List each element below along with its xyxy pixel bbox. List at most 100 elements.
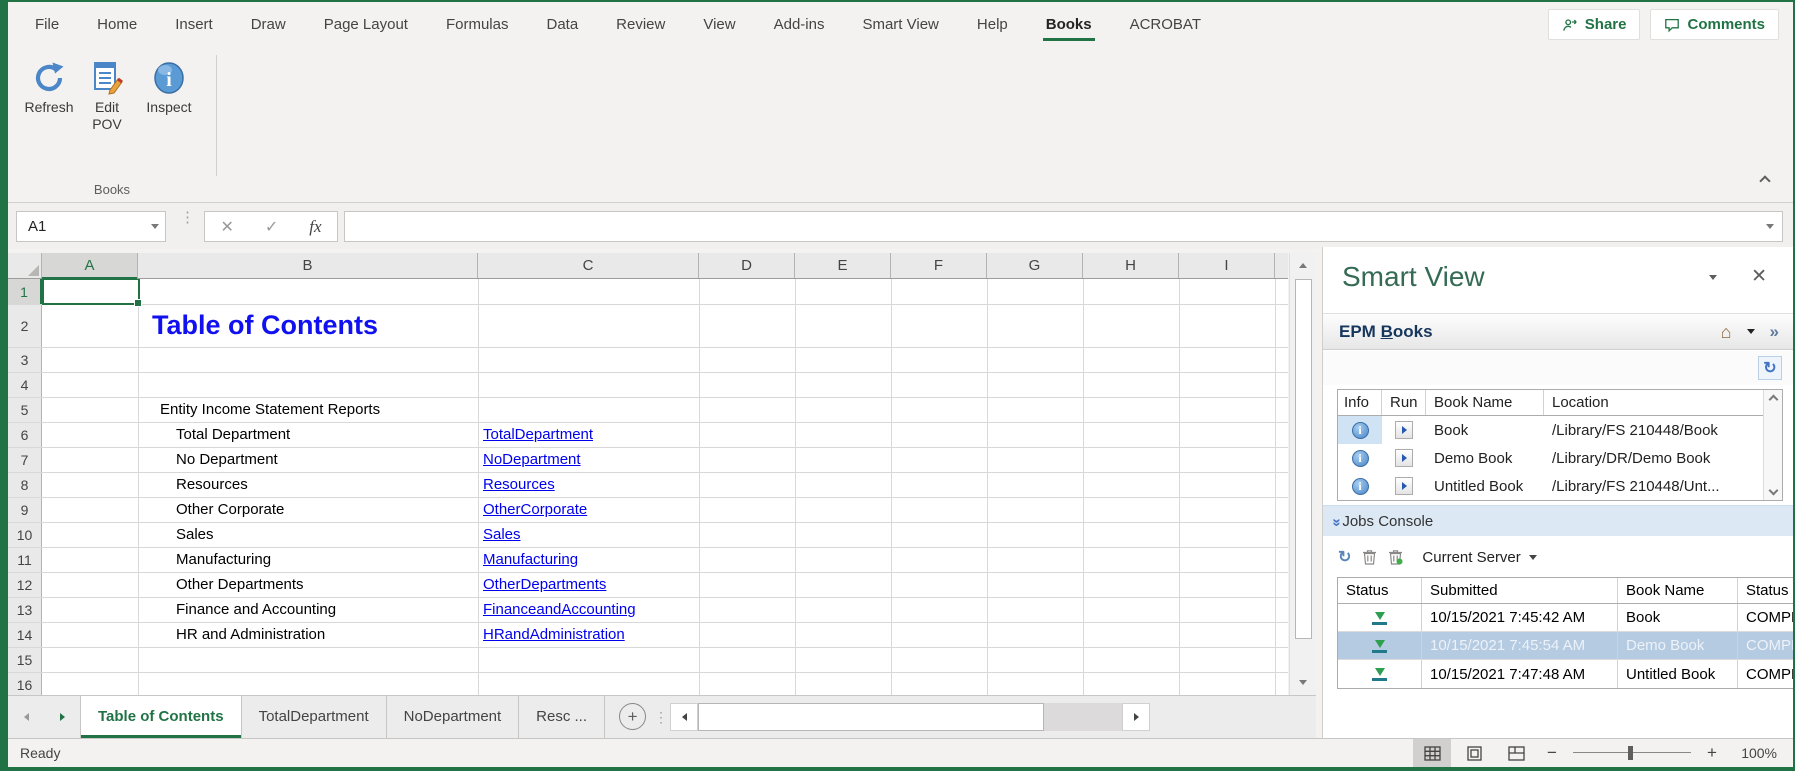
col-submitted[interactable]: Submitted — [1422, 578, 1618, 603]
server-selector[interactable]: Current Server — [1422, 549, 1520, 566]
row-header-15[interactable]: 15 — [8, 648, 42, 672]
column-header-b[interactable]: B — [138, 253, 478, 278]
insert-function-button[interactable]: fx — [309, 217, 321, 237]
tab-help[interactable]: Help — [958, 3, 1027, 46]
chevron-up-icon[interactable] — [1768, 395, 1778, 405]
col-location[interactable]: Location — [1544, 390, 1782, 415]
entry-hyperlink[interactable]: OtherCorporate — [483, 501, 587, 518]
job-submitted-cell[interactable]: 10/15/2021 7:45:42 AM — [1422, 604, 1618, 631]
entry-hyperlink[interactable]: OtherDepartments — [483, 576, 606, 593]
zoom-slider[interactable] — [1573, 746, 1691, 760]
job-submitted-cell[interactable]: 10/15/2021 7:47:48 AM — [1422, 660, 1618, 688]
row-header-11[interactable]: 11 — [8, 548, 42, 572]
horizontal-scrollbar-thumb[interactable] — [698, 703, 1044, 731]
row-header-7[interactable]: 7 — [8, 448, 42, 472]
run-cell[interactable] — [1382, 472, 1426, 500]
tab-insert[interactable]: Insert — [156, 3, 232, 46]
book-name-cell[interactable]: Untitled Book — [1426, 472, 1544, 500]
panel-options-dropdown-icon[interactable] — [1709, 275, 1717, 280]
book-row[interactable]: i Demo Book /Library/DR/Demo Book — [1338, 444, 1782, 472]
scroll-right-button[interactable] — [1122, 703, 1150, 731]
tab-acrobat[interactable]: ACROBAT — [1111, 3, 1220, 46]
tab-formulas[interactable]: Formulas — [427, 3, 528, 46]
tab-review[interactable]: Review — [597, 3, 684, 46]
normal-view-button[interactable] — [1413, 739, 1451, 767]
name-box[interactable]: A1 — [16, 211, 166, 242]
sheet-tab-nodepartment[interactable]: NoDepartment — [387, 696, 520, 738]
horizontal-scrollbar-track[interactable] — [1044, 703, 1122, 731]
job-status-text-cell[interactable]: COMPL — [1738, 660, 1795, 688]
location-cell[interactable]: /Library/FS 210448/Book — [1544, 416, 1782, 444]
scroll-up-button[interactable] — [1290, 253, 1316, 278]
inspect-button[interactable]: i Inspect — [140, 57, 198, 116]
book-name-cell[interactable]: Book — [1426, 416, 1544, 444]
entry-hyperlink[interactable]: HRandAdministration — [483, 626, 625, 643]
double-chevron-right-icon[interactable]: » — [1770, 322, 1779, 342]
row-header-10[interactable]: 10 — [8, 523, 42, 547]
zoom-out-button[interactable]: − — [1539, 743, 1565, 763]
comments-button[interactable]: Comments — [1650, 9, 1779, 40]
download-complete-icon[interactable] — [1372, 639, 1387, 653]
sheet-nav-right-button[interactable] — [44, 696, 80, 738]
vertical-scrollbar-thumb[interactable] — [1295, 279, 1312, 639]
sheet-tab-table-of-contents[interactable]: Table of Contents — [80, 696, 242, 738]
delete-all-jobs-icon[interactable] — [1388, 549, 1403, 565]
refresh-books-button[interactable]: ↻ — [1758, 356, 1782, 380]
tab-add-ins[interactable]: Add-ins — [755, 3, 844, 46]
col-status-text[interactable]: Status — [1738, 578, 1795, 603]
entry-hyperlink[interactable]: TotalDepartment — [483, 426, 593, 443]
page-break-preview-button[interactable] — [1497, 739, 1535, 767]
entry-hyperlink[interactable]: Sales — [483, 526, 521, 543]
row-header-9[interactable]: 9 — [8, 498, 42, 522]
job-book-name-cell[interactable]: Untitled Book — [1618, 660, 1738, 688]
column-header-h[interactable]: H — [1083, 253, 1179, 278]
new-sheet-button[interactable]: + — [619, 703, 646, 730]
horizontal-scrollbar[interactable] — [670, 703, 1150, 731]
location-cell[interactable]: /Library/DR/Demo Book — [1544, 444, 1782, 472]
row-header-12[interactable]: 12 — [8, 573, 42, 597]
job-book-name-cell[interactable]: Book — [1618, 604, 1738, 631]
job-submitted-cell[interactable]: 10/15/2021 7:45:54 AM — [1422, 632, 1618, 659]
tab-page-layout[interactable]: Page Layout — [305, 3, 427, 46]
selected-cell-a1[interactable] — [42, 279, 140, 305]
book-row[interactable]: i Book /Library/FS 210448/Book — [1338, 416, 1782, 444]
expand-formula-bar-icon[interactable] — [1766, 224, 1774, 229]
collapse-ribbon-button[interactable] — [1761, 172, 1769, 190]
job-row-selected[interactable]: 10/15/2021 7:45:54 AM Demo Book COMPL — [1338, 632, 1795, 660]
entry-hyperlink[interactable]: Resources — [483, 476, 555, 493]
select-all-corner[interactable] — [8, 253, 42, 278]
job-row[interactable]: 10/15/2021 7:45:42 AM Book COMPL — [1338, 604, 1795, 632]
row-header-5[interactable]: 5 — [8, 398, 42, 422]
tab-home[interactable]: Home — [78, 3, 156, 46]
tab-books[interactable]: Books — [1027, 3, 1111, 46]
refresh-jobs-icon[interactable]: ↻ — [1338, 547, 1351, 567]
column-header-c[interactable]: C — [478, 253, 699, 278]
column-header-f[interactable]: F — [891, 253, 987, 278]
row-header-4[interactable]: 4 — [8, 373, 42, 397]
zoom-in-button[interactable]: + — [1699, 743, 1725, 763]
job-status-text-cell[interactable]: COMPL — [1738, 604, 1795, 631]
col-info[interactable]: Info — [1338, 390, 1382, 415]
delete-job-icon[interactable] — [1362, 549, 1377, 565]
page-layout-view-button[interactable] — [1455, 739, 1493, 767]
sheet-tab-totaldepartment[interactable]: TotalDepartment — [242, 696, 387, 738]
run-cell[interactable] — [1382, 444, 1426, 472]
share-button[interactable]: Share — [1548, 9, 1641, 40]
row-header-3[interactable]: 3 — [8, 348, 42, 372]
name-box-dropdown-icon[interactable] — [151, 224, 159, 229]
info-icon[interactable]: i — [1352, 478, 1369, 495]
run-book-button[interactable] — [1395, 477, 1413, 495]
book-name-cell[interactable]: Demo Book — [1426, 444, 1544, 472]
panel-close-icon[interactable]: ✕ — [1751, 265, 1767, 288]
home-icon[interactable]: ⌂ — [1721, 323, 1732, 341]
info-cell[interactable]: i — [1338, 416, 1382, 444]
book-row[interactable]: i Untitled Book /Library/FS 210448/Unt..… — [1338, 472, 1782, 500]
row-header-6[interactable]: 6 — [8, 423, 42, 447]
column-header-i[interactable]: I — [1179, 253, 1275, 278]
download-complete-icon[interactable] — [1372, 611, 1387, 625]
row-header-8[interactable]: 8 — [8, 473, 42, 497]
col-book-name[interactable]: Book Name — [1618, 578, 1738, 603]
info-icon[interactable]: i — [1352, 422, 1369, 439]
enter-button[interactable]: ✓ — [265, 217, 278, 237]
info-cell[interactable]: i — [1338, 472, 1382, 500]
